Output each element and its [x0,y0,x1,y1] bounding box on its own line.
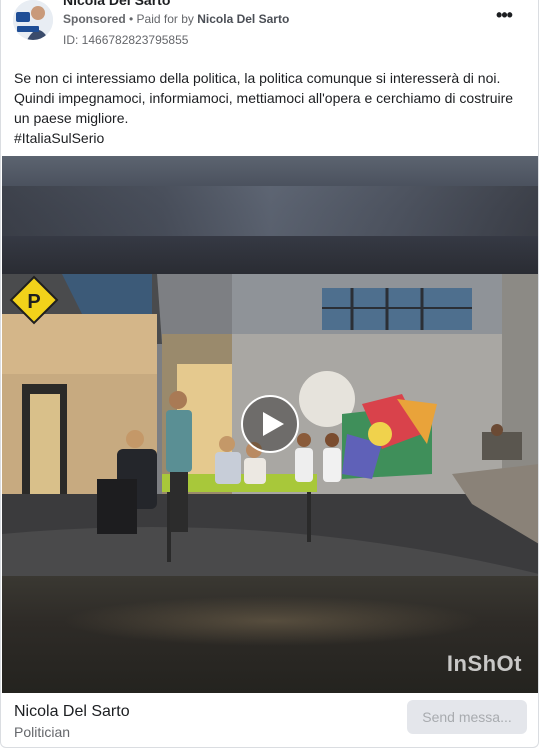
ad-text-line: Se non ci interessiamo della politica, l… [14,70,501,86]
page-name-link[interactable]: Nicola Del Sarto [63,0,170,8]
video-blur-top [2,156,538,274]
page-avatar[interactable] [13,0,53,40]
play-button[interactable] [241,395,299,453]
sponsor-line: Sponsored • Paid for by Nicola Del Sarto [63,12,289,26]
library-id: ID: 1466782823795855 [63,33,189,47]
more-options-button[interactable]: ••• [492,6,516,28]
footer-page-category: Politician [14,724,71,740]
inshot-watermark: InShOt [446,651,522,676]
footer-page-name[interactable]: Nicola Del Sarto [14,703,130,721]
video-player[interactable]: P InShOt [2,156,538,693]
play-icon [263,412,284,436]
ad-text-line: un paese migliore. [14,110,129,126]
ad-header: Nicola Del Sarto Sponsored • Paid for by… [1,0,538,60]
ad-card: Nicola Del Sarto Sponsored • Paid for by… [0,0,539,748]
paid-for-name: Nicola Del Sarto [197,12,290,26]
svg-text:P: P [27,291,40,313]
sponsored-label: Sponsored [63,12,126,26]
separator: • [125,12,137,26]
ad-footer: Nicola Del Sarto Politician Send messa..… [1,694,538,747]
send-message-button[interactable]: Send messa... [407,700,527,734]
hashtag: #ItaliaSulSerio [14,130,105,146]
paid-for-prefix: Paid for by [136,12,198,26]
ad-body-text: Se non ci interessiamo della politica, l… [14,68,519,148]
ad-text-line: Quindi impegnamoci, informiamoci, mettia… [14,90,514,106]
